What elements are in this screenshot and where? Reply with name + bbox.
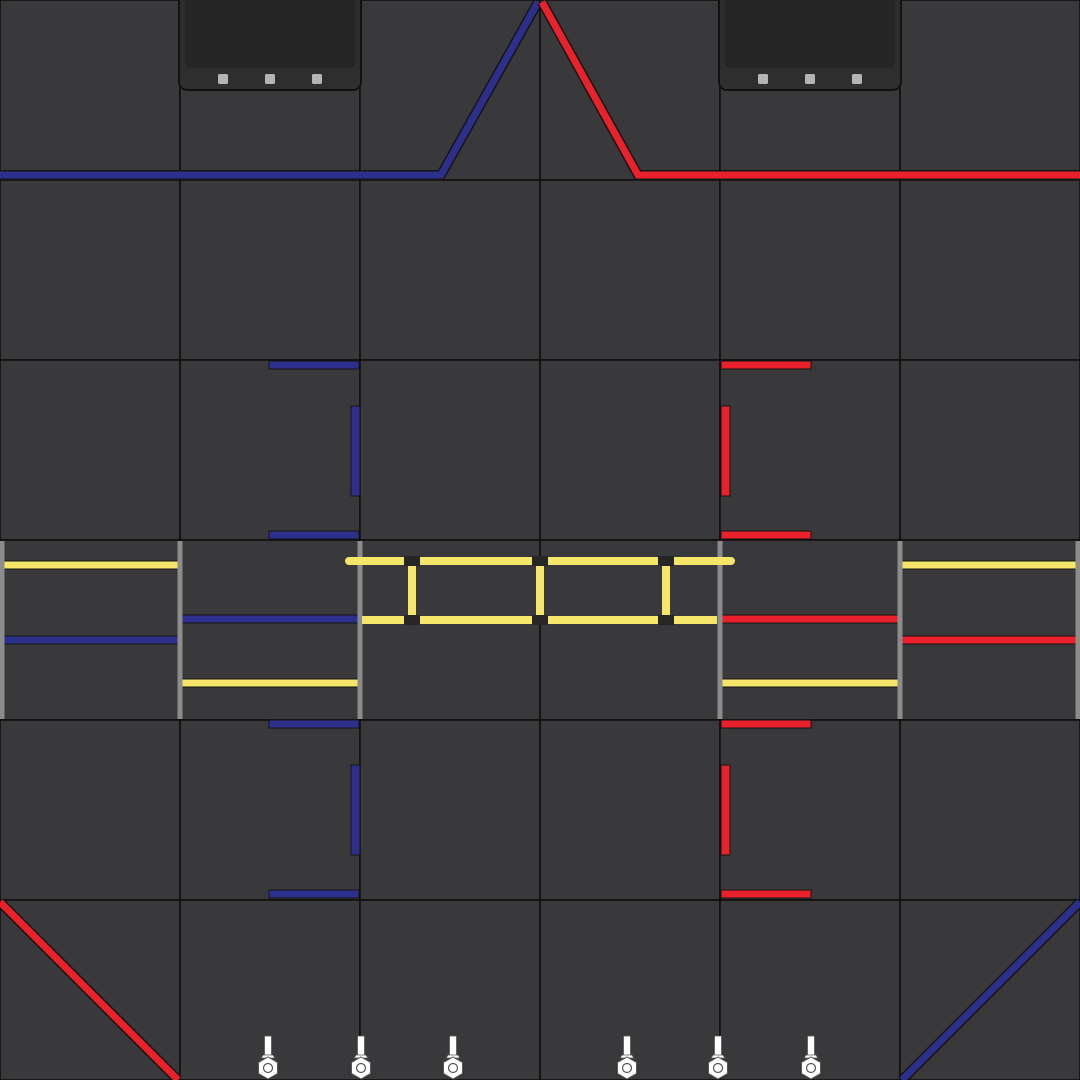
game-field	[0, 0, 1080, 1080]
spike-mark-top	[720, 360, 812, 370]
backdrop-light	[312, 74, 322, 84]
right-inner-yellow-lane	[721, 678, 899, 688]
truss-post	[662, 565, 670, 616]
truss-joint	[404, 556, 420, 566]
spike-mark-bottom	[720, 530, 812, 540]
pixel-hexagon	[617, 1056, 637, 1080]
right-outer-red-lane	[901, 635, 1077, 645]
field-tile	[359, 179, 541, 361]
right-outer-yellow-lane	[901, 560, 1077, 570]
pixel-hexagon	[443, 1056, 463, 1080]
field-tile	[179, 539, 361, 721]
spike-mark-bottom	[268, 530, 360, 540]
field-tile	[179, 359, 361, 541]
blue-backdrop-panel	[185, 0, 355, 68]
truss-post	[536, 565, 544, 616]
left-outer-yellow-lane	[3, 560, 179, 570]
field-tile	[0, 179, 181, 361]
field-tile	[719, 359, 901, 541]
backdrop-light	[758, 74, 768, 84]
field-tile	[539, 719, 721, 901]
field-tile	[0, 359, 181, 541]
pixel-hexagon	[258, 1056, 278, 1080]
field-tile	[0, 0, 181, 181]
right-inner-red-lane	[721, 614, 899, 624]
truss-joint	[658, 556, 674, 566]
pixel-hexagon	[708, 1056, 728, 1080]
backdrop-light	[805, 74, 815, 84]
field-tile	[899, 719, 1080, 901]
truss-joint	[532, 556, 548, 566]
truss-joint	[532, 615, 548, 625]
field-tile	[899, 359, 1080, 541]
spike-mark-bottom	[720, 889, 812, 899]
spike-mark-center	[350, 405, 361, 497]
field-tile	[899, 179, 1080, 361]
spike-mark-center	[350, 764, 361, 856]
field-tile	[719, 719, 901, 901]
backdrop-light	[218, 74, 228, 84]
left-inner-yellow-lane	[181, 678, 359, 688]
truss-joint	[658, 615, 674, 625]
truss-rail	[0, 541, 5, 719]
pixel-hexagon	[801, 1056, 821, 1080]
truss-rail	[1075, 541, 1080, 719]
field-tile	[0, 719, 181, 901]
field-tile	[899, 0, 1080, 181]
truss-rail	[357, 541, 363, 719]
truss-rail	[177, 541, 183, 719]
backdrop-light	[852, 74, 862, 84]
field-tile	[179, 719, 361, 901]
field-tile	[359, 539, 541, 721]
spike-mark-bottom	[268, 889, 360, 899]
field-tile	[179, 179, 361, 361]
spike-mark-top	[268, 360, 360, 370]
field-tile	[719, 539, 901, 721]
spike-mark-center	[720, 764, 731, 856]
red-backdrop-panel	[725, 0, 895, 68]
truss-post	[408, 565, 416, 616]
truss-joint	[404, 615, 420, 625]
spike-mark-top	[268, 719, 360, 729]
truss-rail	[717, 541, 723, 719]
left-outer-blue-lane	[3, 635, 179, 645]
backdrop-light	[265, 74, 275, 84]
spike-mark-center	[720, 405, 731, 497]
pixel-hexagon	[351, 1056, 371, 1080]
field-tile	[539, 539, 721, 721]
field-tile	[359, 719, 541, 901]
left-inner-blue-lane	[181, 614, 359, 624]
field-tile	[539, 179, 721, 361]
spike-mark-top	[720, 719, 812, 729]
blue-backdrop	[178, 0, 362, 91]
truss-rail	[897, 541, 903, 719]
red-backdrop	[718, 0, 902, 91]
field-tile	[539, 359, 721, 541]
field-tile	[359, 359, 541, 541]
field-tile	[719, 179, 901, 361]
